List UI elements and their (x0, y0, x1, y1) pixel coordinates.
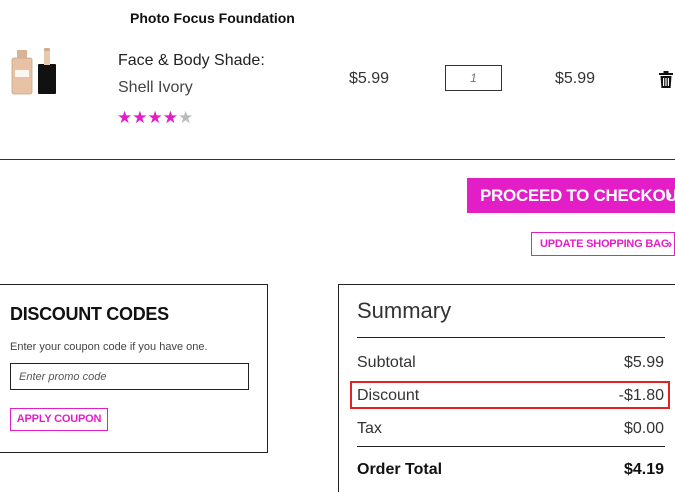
star-filled-icon: ★ (147, 108, 163, 127)
checkout-label: PROCEED TO CHECKOUT (480, 186, 675, 205)
proceed-to-checkout-button[interactable]: PROCEED TO CHECKOUT › (467, 178, 675, 213)
order-total-label: Order Total (357, 461, 443, 478)
variant-value: Shell Ivory (118, 79, 193, 96)
trash-icon[interactable] (659, 71, 673, 88)
star-empty-icon: ★ (178, 108, 194, 127)
product-name[interactable]: Photo Focus Foundation (130, 10, 295, 26)
tax-label: Tax (357, 420, 382, 437)
summary-divider (357, 337, 665, 338)
chevron-right-icon: › (667, 236, 672, 251)
promo-code-input[interactable] (10, 363, 249, 390)
shopping-bag-page: Photo Focus Foundation Face & Body Shade… (0, 0, 675, 492)
line-total: $5.99 (555, 70, 596, 87)
discount-label: Discount (357, 387, 420, 404)
rating-stars: ★★★★★ (117, 108, 193, 128)
order-total-value: $4.19 (623, 461, 664, 478)
quantity-input[interactable] (445, 65, 502, 91)
star-filled-icon: ★ (162, 108, 178, 127)
tax-value: $0.00 (623, 420, 664, 437)
divider (0, 159, 675, 160)
variant-label: Face & Body Shade: (118, 52, 265, 69)
chevron-right-icon: › (666, 185, 672, 205)
subtotal-label: Subtotal (357, 354, 416, 371)
star-filled-icon: ★ (117, 108, 133, 127)
apply-coupon-button[interactable]: APPLY COUPON (10, 408, 108, 431)
star-filled-icon: ★ (132, 108, 148, 127)
discount-codes-title: DISCOUNT CODES (10, 304, 169, 324)
summary-title: Summary (357, 298, 452, 323)
update-label: UPDATE SHOPPING BAG (540, 238, 670, 250)
discount-hint: Enter your coupon code if you have one. (10, 341, 208, 353)
subtotal-value: $5.99 (623, 354, 664, 371)
unit-price: $5.99 (349, 70, 390, 87)
product-thumbnail[interactable] (6, 44, 64, 102)
update-shopping-bag-button[interactable]: UPDATE SHOPPING BAG › (531, 232, 675, 256)
summary-divider (357, 446, 665, 447)
discount-value: -$1.80 (618, 387, 664, 404)
